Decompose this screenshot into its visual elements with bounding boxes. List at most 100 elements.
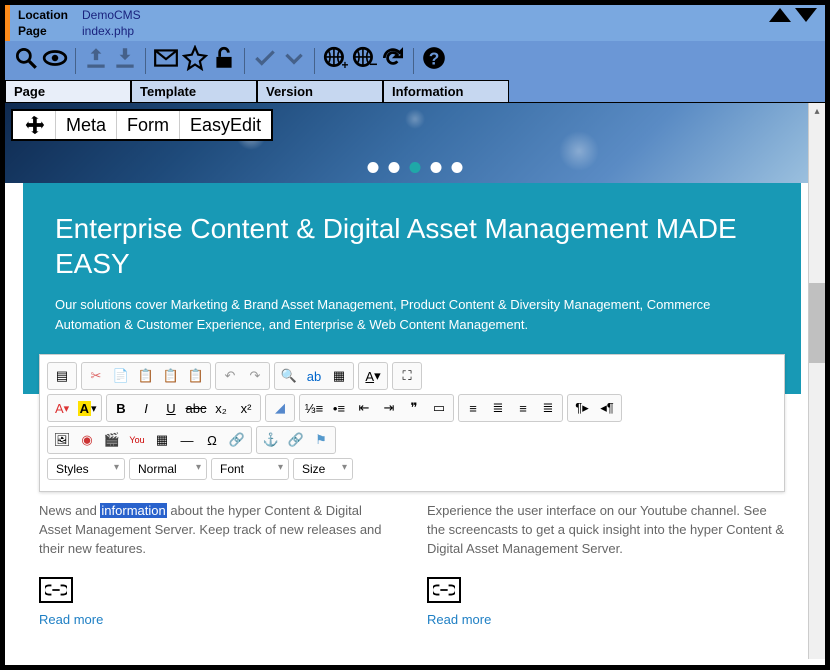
underline-icon[interactable]: U <box>159 397 183 419</box>
content-columns: News and information about the hyper Con… <box>39 502 785 629</box>
copy-icon[interactable]: 📄 <box>109 365 133 387</box>
undo-icon[interactable]: ↶ <box>218 365 242 387</box>
image-icon[interactable]: 🖼 <box>50 429 74 451</box>
carousel-dot[interactable] <box>368 162 379 173</box>
globe-plus-icon[interactable]: + <box>322 45 348 76</box>
location-value[interactable]: DemoCMS <box>82 8 141 22</box>
unlock-icon[interactable] <box>211 45 237 76</box>
paste-word-icon[interactable]: 📋 <box>184 365 208 387</box>
tab-template[interactable]: Template <box>131 80 257 102</box>
help-icon[interactable]: ? <box>421 45 447 76</box>
check-icon[interactable] <box>252 45 278 76</box>
column-left: News and information about the hyper Con… <box>39 502 397 629</box>
bgcolor-icon[interactable]: A▾ <box>75 397 99 419</box>
removeformat-icon[interactable]: ◢ <box>268 397 292 419</box>
indent-icon[interactable]: ⇥ <box>377 397 401 419</box>
aligncenter-icon[interactable]: ≣ <box>486 397 510 419</box>
scroll-up-icon[interactable]: ▴ <box>809 103 825 120</box>
maximize-icon[interactable]: ⛶ <box>395 365 419 387</box>
col-right-text: Experience the user interface on our You… <box>427 503 784 556</box>
chevron-down-icon[interactable] <box>281 45 307 76</box>
col-left-pre: News and <box>39 503 100 518</box>
numlist-icon[interactable]: ⅓≡ <box>302 397 326 419</box>
upload-icon[interactable] <box>83 45 109 76</box>
outdent-icon[interactable]: ⇤ <box>352 397 376 419</box>
flash-icon[interactable]: ◉ <box>75 429 99 451</box>
svg-text:−: − <box>369 56 377 71</box>
carousel-dot-active[interactable] <box>410 162 421 173</box>
replace-icon[interactable]: ab <box>302 365 326 387</box>
strike-icon[interactable]: abc <box>184 397 208 419</box>
rich-text-editor[interactable]: ▤ ✂ 📄 📋 📋 📋 ↶ ↷ 🔍 ab ▦ <box>39 354 785 492</box>
page-label: Page <box>18 24 76 38</box>
tab-page[interactable]: Page <box>5 80 131 102</box>
video-icon[interactable]: 🎬 <box>100 429 124 451</box>
tab-form[interactable]: Form <box>117 111 180 139</box>
find-icon[interactable]: 🔍 <box>277 365 301 387</box>
tab-information[interactable]: Information <box>383 80 509 102</box>
carousel-dot[interactable] <box>452 162 463 173</box>
italic-icon[interactable]: I <box>134 397 158 419</box>
font-dropdown[interactable]: Font <box>211 458 289 480</box>
preview-eye-icon[interactable] <box>42 45 68 76</box>
source-icon[interactable]: ▤ <box>50 365 74 387</box>
youtube-icon[interactable]: You <box>125 429 149 451</box>
anchor-icon[interactable]: ⚓ <box>259 429 283 451</box>
move-handle-icon[interactable] <box>13 111 56 139</box>
hr-icon[interactable]: — <box>175 429 199 451</box>
blockquote-icon[interactable]: ❞ <box>402 397 426 419</box>
tab-version[interactable]: Version <box>257 80 383 102</box>
table-icon[interactable]: ▦ <box>150 429 174 451</box>
size-dropdown[interactable]: Size <box>293 458 353 480</box>
page-value[interactable]: index.php <box>82 24 134 38</box>
readmore-link[interactable]: Read more <box>39 611 397 630</box>
carousel-dot[interactable] <box>389 162 400 173</box>
specialchar-icon[interactable]: Ω <box>200 429 224 451</box>
bold-icon[interactable]: B <box>109 397 133 419</box>
refresh-icon[interactable] <box>380 45 406 76</box>
paste-icon[interactable]: 📋 <box>134 365 158 387</box>
readmore-link[interactable]: Read more <box>427 611 785 630</box>
svg-text:+: + <box>342 58 349 71</box>
flag-icon[interactable]: ⚑ <box>309 429 333 451</box>
download-icon[interactable] <box>112 45 138 76</box>
svg-text:?: ? <box>429 49 440 69</box>
accent-stripe <box>5 5 10 41</box>
hero-body: Our solutions cover Marketing & Brand As… <box>55 295 769 334</box>
textcolor-icon[interactable]: A▾ <box>361 365 385 387</box>
bullist-icon[interactable]: •≡ <box>327 397 351 419</box>
top-info-bar: Location DemoCMS Page index.php <box>5 5 825 41</box>
alignjustify-icon[interactable]: ≣ <box>536 397 560 419</box>
link-chain-icon[interactable] <box>39 577 73 603</box>
paste-text-icon[interactable]: 📋 <box>159 365 183 387</box>
collapse-up-icon[interactable] <box>769 8 791 22</box>
search-icon[interactable] <box>13 45 39 76</box>
cut-icon[interactable]: ✂ <box>84 365 108 387</box>
unlink-icon[interactable]: 🔗 <box>284 429 308 451</box>
superscript-icon[interactable]: x² <box>234 397 258 419</box>
selectall-icon[interactable]: ▦ <box>327 365 351 387</box>
div-icon[interactable]: ▭ <box>427 397 451 419</box>
fontcolor-icon[interactable]: A▾ <box>50 397 74 419</box>
main-toolbar: + − ? <box>5 41 825 80</box>
expand-down-icon[interactable] <box>795 8 817 22</box>
ltr-icon[interactable]: ¶▸ <box>570 397 594 419</box>
carousel-dot[interactable] <box>431 162 442 173</box>
hero-title: Enterprise Content & Digital Asset Manag… <box>55 211 769 281</box>
mail-icon[interactable] <box>153 45 179 76</box>
globe-minus-icon[interactable]: − <box>351 45 377 76</box>
tab-easyedit[interactable]: EasyEdit <box>180 111 271 139</box>
link-chain-icon[interactable] <box>427 577 461 603</box>
format-dropdown[interactable]: Normal <box>129 458 207 480</box>
star-icon[interactable] <box>182 45 208 76</box>
vertical-scrollbar[interactable]: ▴ <box>808 103 825 659</box>
styles-dropdown[interactable]: Styles <box>47 458 125 480</box>
scroll-thumb[interactable] <box>809 283 825 363</box>
subscript-icon[interactable]: x₂ <box>209 397 233 419</box>
tab-meta[interactable]: Meta <box>56 111 117 139</box>
link-icon[interactable]: 🔗 <box>225 429 249 451</box>
alignright-icon[interactable]: ≡ <box>511 397 535 419</box>
redo-icon[interactable]: ↷ <box>243 365 267 387</box>
alignleft-icon[interactable]: ≡ <box>461 397 485 419</box>
rtl-icon[interactable]: ◂¶ <box>595 397 619 419</box>
